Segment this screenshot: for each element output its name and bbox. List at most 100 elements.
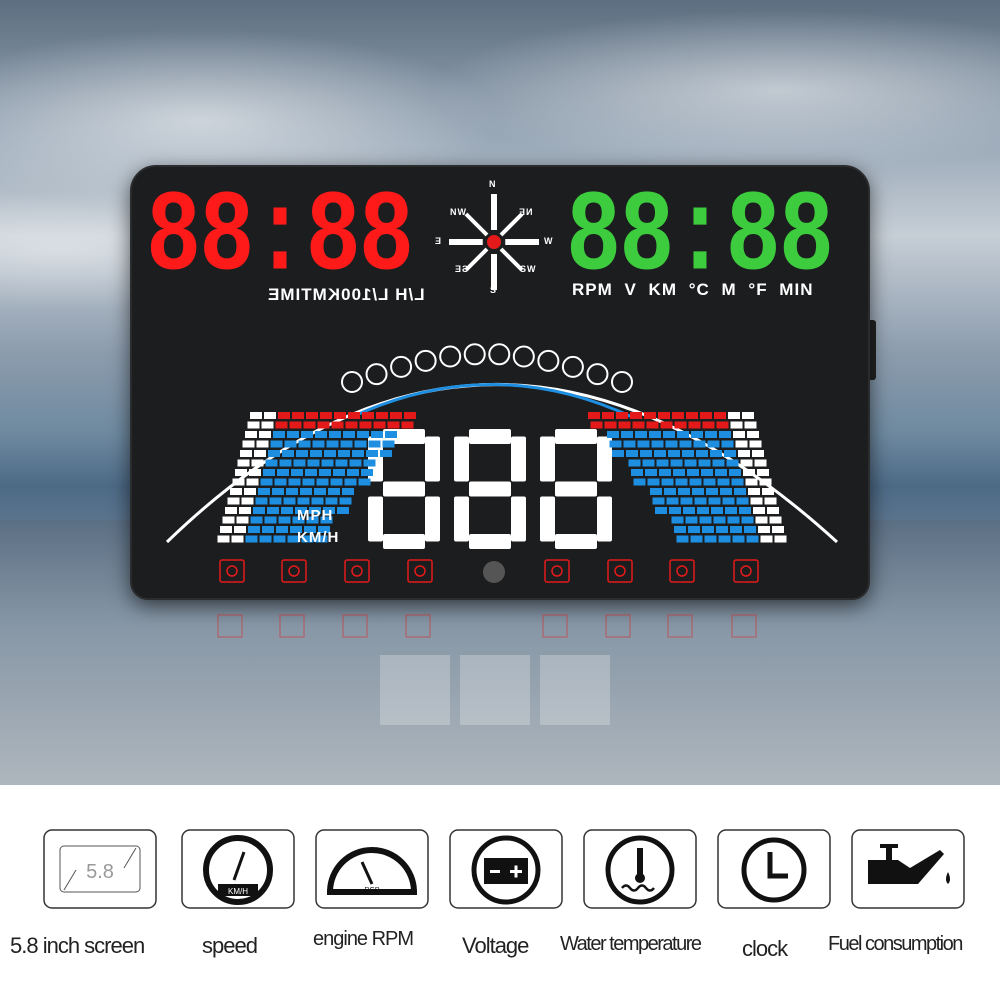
speed-bar-segment — [703, 478, 716, 486]
speed-bar-segment — [347, 469, 359, 476]
speed-bar-segment — [672, 412, 684, 419]
left-display: 88:88 — [146, 172, 414, 304]
speedometer-icon — [544, 559, 570, 583]
speed-bar-segment — [227, 497, 240, 505]
speed-bar-segment — [231, 535, 244, 543]
speed-bar-segment — [343, 431, 355, 438]
speed-bar-segment — [250, 516, 263, 524]
minus-sign — [490, 870, 500, 873]
speed-bar-segment — [719, 431, 731, 438]
speed-bar-segment — [739, 507, 751, 514]
speed-bar-segment — [722, 497, 735, 505]
speedometer-icon: KM/H — [181, 829, 295, 909]
segment — [368, 496, 383, 542]
segment — [555, 481, 597, 497]
rpm-indicator-circle — [414, 349, 437, 372]
speed-bar-segment — [289, 421, 302, 429]
compass-sw: SW — [520, 264, 537, 274]
speed-bar-segment — [635, 431, 647, 438]
feature-label-clock: clock — [742, 936, 788, 961]
parking-brake-icon — [669, 559, 695, 583]
speed-bar-segment — [237, 459, 250, 467]
speed-bar-segment — [645, 469, 657, 476]
speed-bar-segment — [640, 450, 652, 457]
speed-bar-segment — [732, 535, 745, 543]
speed-bar-segment — [312, 440, 325, 448]
speed-bar-segment — [325, 497, 338, 505]
speed-bar-segment — [686, 412, 698, 419]
speed-bar-segment — [716, 526, 728, 533]
icon-frame — [407, 559, 433, 583]
segment — [597, 496, 612, 542]
speed-bar-segment — [235, 469, 247, 476]
speed-bar-segment — [618, 421, 631, 429]
speed-bar-segment — [230, 488, 242, 495]
engine-check-icon — [607, 559, 633, 583]
speed-bar-segment — [772, 526, 784, 533]
speed-bar-segment — [767, 507, 779, 514]
compass-e-text: E — [434, 236, 442, 246]
speed-bar-segment — [655, 507, 667, 514]
speed-bar-segment — [307, 459, 320, 467]
speed-bar-segment — [707, 440, 720, 448]
speed-bar-segment — [730, 526, 742, 533]
feature-label-water-temperature: Water temperature — [560, 933, 702, 955]
mph-label: MPH — [297, 507, 334, 524]
speed-bar-segment — [371, 431, 383, 438]
speed-bar-segment — [674, 421, 687, 429]
speed-bar-segment — [621, 431, 633, 438]
speed-bar-segment — [269, 497, 282, 505]
speed-bar-segment — [282, 450, 294, 457]
speed-bar-segment — [232, 478, 245, 486]
right-units: RPM V KM °C M °F MIN — [572, 280, 814, 299]
speed-bar-segment — [690, 535, 703, 543]
speed-bar-segment — [735, 440, 748, 448]
speed-bar-segment — [255, 497, 268, 505]
speed-bar-segment — [261, 421, 274, 429]
speed-bar-segment — [684, 459, 697, 467]
speed-display-digit — [540, 429, 612, 549]
icon-frame — [544, 559, 570, 583]
speed-bar-segment — [277, 469, 289, 476]
speed-bar-segment — [301, 431, 313, 438]
speed-bar-segment — [337, 507, 349, 514]
oil-cup-icon — [344, 559, 370, 583]
speed-bar-segment — [748, 488, 760, 495]
speed-bar-segment — [380, 450, 392, 457]
speed-bar-segment — [241, 497, 254, 505]
speed-bar-segment — [631, 469, 643, 476]
speed-bar-segment — [698, 459, 711, 467]
compass-se-text: SE — [454, 264, 469, 274]
kmh-label: KM/H — [297, 529, 340, 546]
speed-bar-segment — [320, 412, 332, 419]
segment — [469, 534, 511, 549]
speed-bar-segment — [240, 450, 252, 457]
speed-bar-segment — [319, 469, 331, 476]
speed-bar-segment — [249, 469, 261, 476]
feature-label-screen: 5.8 inch screen — [10, 933, 145, 958]
compass-arrow — [499, 212, 524, 237]
speed-bar-segment — [730, 421, 743, 429]
speed-bar-segment — [329, 431, 341, 438]
segment — [383, 481, 425, 497]
speed-bar-segment — [297, 497, 310, 505]
rpm-indicator-circle — [365, 363, 388, 386]
rpm-indicator-circle — [390, 355, 413, 378]
speed-bar-segment — [345, 421, 358, 429]
speed-bar-segment — [752, 450, 764, 457]
screen-size-text: 5.8 — [86, 861, 114, 883]
rpm-indicator-circle — [586, 363, 609, 386]
speed-bar-segment — [264, 516, 277, 524]
speed-bar-segment — [694, 497, 707, 505]
speed-bar-segment — [258, 488, 270, 495]
speed-bar-segment — [349, 459, 362, 467]
speed-bar-segment — [358, 478, 371, 486]
speed-bar-segment — [273, 535, 286, 543]
speed-bar-segment — [754, 459, 767, 467]
speed-bar-segment — [705, 431, 717, 438]
speed-bar-segment — [716, 421, 729, 429]
speed-bar-segment — [710, 450, 722, 457]
speed-bar-segment — [245, 535, 258, 543]
segment — [540, 496, 555, 542]
icon-glyph — [676, 565, 688, 577]
